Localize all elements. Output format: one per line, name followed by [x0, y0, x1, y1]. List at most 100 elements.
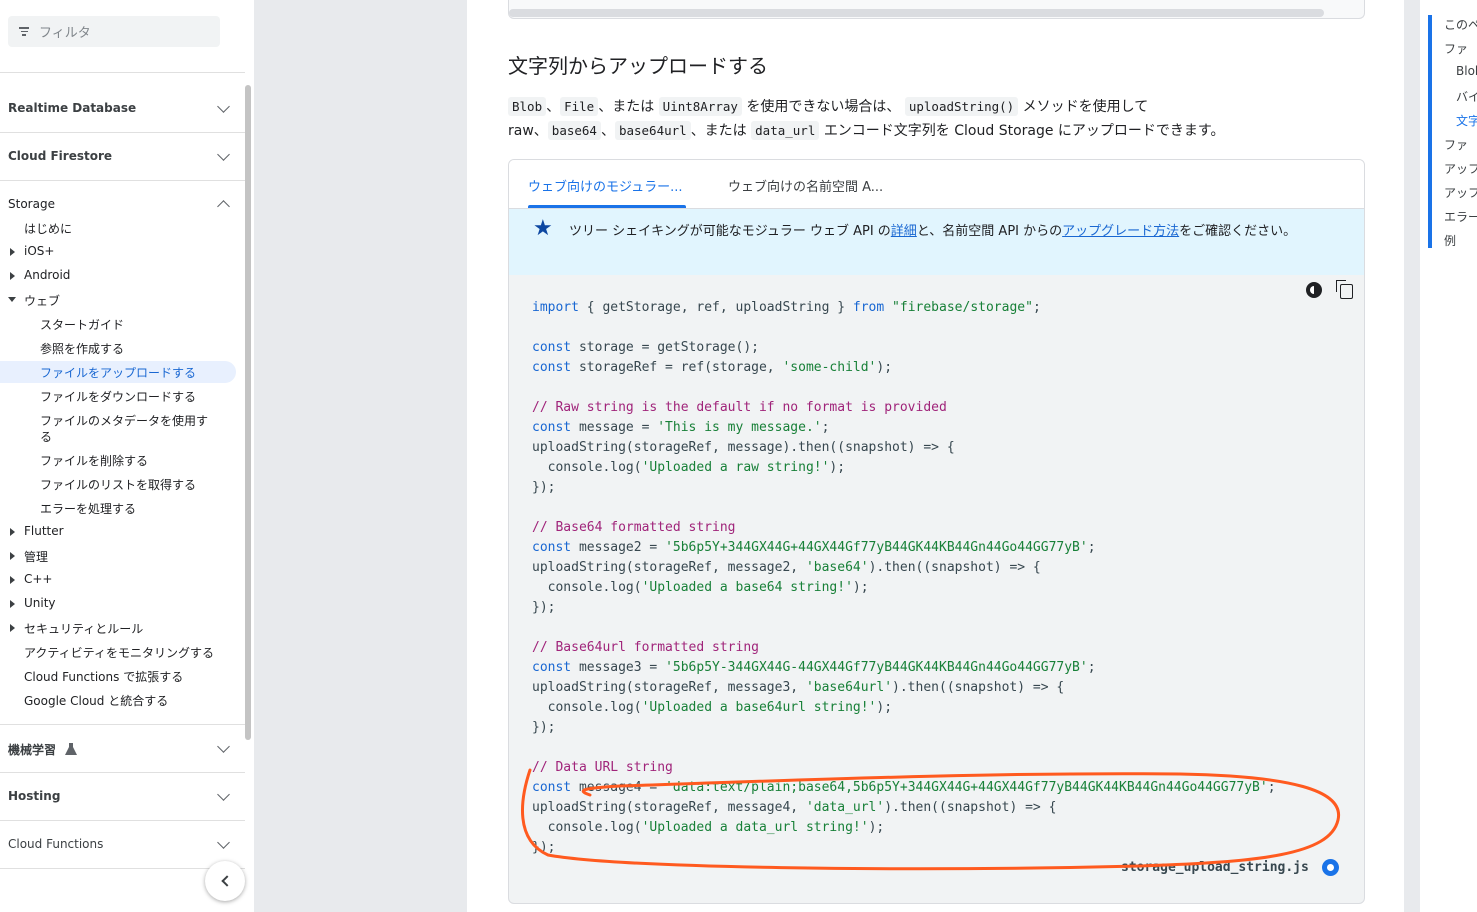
collapse-sidebar-button[interactable] — [205, 861, 245, 901]
code-comment: // Data URL string — [532, 760, 673, 775]
nav-item-functions[interactable]: Cloud Functions で拡張する — [24, 668, 183, 685]
nav-item-web-list[interactable]: ファイルのリストを取得する — [40, 476, 196, 493]
tab-namespaced-web[interactable]: ウェブ向けの名前空間 A... — [728, 176, 883, 195]
string: 'some-child' — [782, 360, 877, 375]
chevron-down-icon[interactable] — [217, 836, 230, 849]
expand-arrow-icon[interactable] — [10, 248, 15, 256]
section-hosting[interactable]: Hosting — [8, 789, 60, 803]
code-sample-card: ウェブ向けのモジュラー... ウェブ向けの名前空間 A... ★ ツリー シェイ… — [508, 159, 1365, 904]
string: '5b6p5Y+344GX44G+44GX44Gf77yB44GK44KB44G… — [665, 540, 1088, 555]
code-text: ); — [868, 820, 885, 835]
toc-item[interactable]: アッフ — [1444, 160, 1477, 177]
sidebar-scrollbar[interactable] — [245, 85, 251, 740]
toc-item-active[interactable]: 文字 — [1456, 112, 1477, 129]
chevron-down-icon[interactable] — [217, 148, 230, 161]
intro-paragraph-line1: Blob、 File 、または Uint8Array を使用できない場合は、 upl… — [508, 96, 1148, 116]
toc-item[interactable]: エラー — [1444, 208, 1477, 225]
github-icon[interactable] — [1322, 859, 1339, 876]
code-comment: // Base64 formatted string — [532, 520, 736, 535]
toc-item[interactable]: このペ — [1444, 16, 1477, 33]
expand-arrow-icon[interactable] — [10, 624, 15, 632]
expand-arrow-icon[interactable] — [10, 600, 15, 608]
code-data-url: data_url — [751, 121, 820, 140]
expand-arrow-icon[interactable] — [10, 272, 15, 280]
code-blob: Blob — [508, 97, 547, 116]
nav-item-monitor[interactable]: アクティビティをモニタリングする — [24, 644, 214, 661]
toc-item[interactable]: ファ — [1444, 40, 1468, 57]
nav-item-android[interactable]: Android — [24, 268, 70, 282]
nav-item-web-metadata[interactable]: ファイルのメタデータを使用す — [40, 412, 208, 429]
nav-item-web-metadata-wrap[interactable]: る — [40, 428, 52, 445]
left-nav-sidebar: フィルタ Realtime Database Cloud Firestore S… — [0, 0, 255, 912]
expand-arrow-icon[interactable] — [10, 552, 15, 560]
toc-item[interactable]: アッフ — [1444, 184, 1477, 201]
section-ml-label: 機械学習 — [8, 743, 57, 757]
nav-item-web-upload[interactable]: ファイルをアップロードする — [40, 364, 196, 381]
tab-modular-web[interactable]: ウェブ向けのモジュラー... — [528, 176, 683, 195]
nav-item-web-ref[interactable]: 参照を作成する — [40, 340, 124, 357]
section-cloud-functions[interactable]: Cloud Functions — [8, 837, 103, 851]
code-text: uploadString(storageRef, message2, — [532, 560, 806, 575]
upgrade-link[interactable]: アップグレード方法 — [1062, 224, 1179, 239]
section-storage[interactable]: Storage — [8, 197, 55, 211]
section-cloud-firestore[interactable]: Cloud Firestore — [8, 149, 112, 163]
section-realtime-database[interactable]: Realtime Database — [8, 101, 136, 115]
toc-item[interactable]: Blob — [1456, 64, 1477, 78]
code-line: }); — [532, 840, 556, 855]
code-comment: // Base64url formatted string — [532, 640, 759, 655]
filter-input[interactable]: フィルタ — [8, 16, 220, 47]
toc-item[interactable]: バイ — [1456, 88, 1477, 105]
chevron-up-icon[interactable] — [217, 200, 230, 213]
code-line: uploadString(storageRef, message3, 'base… — [532, 678, 1276, 698]
copy-icon[interactable] — [1336, 280, 1353, 299]
code-text: message2 = — [571, 540, 666, 555]
nav-item-ios[interactable]: iOS+ — [24, 244, 54, 258]
code-text: console.log( — [532, 460, 642, 475]
section-ml[interactable]: 機械学習 — [8, 741, 78, 758]
string: 'Uploaded a base64 string!' — [641, 580, 853, 595]
code-line: console.log('Uploaded a base64 string!')… — [532, 578, 1276, 598]
toc-item[interactable]: ファ — [1444, 136, 1468, 153]
code-uploadstring: uploadString() — [904, 97, 1019, 116]
nav-item-unity[interactable]: Unity — [24, 596, 56, 610]
chevron-down-icon[interactable] — [217, 740, 230, 753]
code-text: message4 = — [571, 780, 666, 795]
nav-item-flutter[interactable]: Flutter — [24, 524, 64, 538]
source-file-link[interactable]: storage_upload_string.js — [1121, 860, 1309, 875]
nav-item-web[interactable]: ウェブ — [24, 292, 60, 309]
expand-arrow-icon[interactable] — [10, 576, 15, 584]
code-text: message = — [571, 420, 658, 435]
code-text: message3 = — [571, 660, 666, 675]
nav-item-gcloud[interactable]: Google Cloud と統合する — [24, 692, 168, 709]
nav-item-intro[interactable]: はじめに — [24, 220, 72, 237]
string: 'Uploaded a data_url string!' — [641, 820, 869, 835]
code-line: }); — [532, 600, 556, 615]
nav-item-web-download[interactable]: ファイルをダウンロードする — [40, 388, 196, 405]
code-line: console.log('Uploaded a data_url string!… — [532, 818, 1276, 838]
toc-item[interactable]: 例 — [1444, 232, 1456, 249]
code-text: ).then((snapshot) => { — [868, 560, 1041, 575]
code-line: import { getStorage, ref, uploadString }… — [532, 298, 1276, 318]
chevron-down-icon[interactable] — [217, 788, 230, 801]
text: を使用できない場合は、 — [746, 99, 901, 115]
nav-item-web-errors[interactable]: エラーを処理する — [40, 500, 136, 517]
code-base64: base64 — [547, 121, 601, 140]
nav-item-web-start[interactable]: スタートガイド — [40, 316, 124, 333]
code-text: console.log( — [532, 580, 642, 595]
nav-item-web-delete[interactable]: ファイルを削除する — [40, 452, 148, 469]
theme-toggle-icon[interactable] — [1306, 282, 1322, 298]
string: 'data:text/plain;base64,5b6p5Y+344GX44G+… — [665, 780, 1268, 795]
nav-item-admin[interactable]: 管理 — [24, 548, 48, 565]
expand-arrow-icon[interactable] — [10, 528, 15, 536]
code-block: import { getStorage, ref, uploadString }… — [532, 298, 1276, 858]
nav-item-security[interactable]: セキュリティとルール — [24, 620, 143, 637]
collapse-arrow-icon[interactable] — [8, 297, 16, 302]
keyword: from — [852, 300, 885, 315]
chevron-down-icon[interactable] — [217, 100, 230, 113]
horizontal-scrollbar[interactable] — [509, 9, 1324, 17]
nav-item-cpp[interactable]: C++ — [24, 572, 53, 586]
details-link[interactable]: 詳細 — [891, 224, 917, 239]
string: 'Uploaded a base64url string!' — [641, 700, 877, 715]
